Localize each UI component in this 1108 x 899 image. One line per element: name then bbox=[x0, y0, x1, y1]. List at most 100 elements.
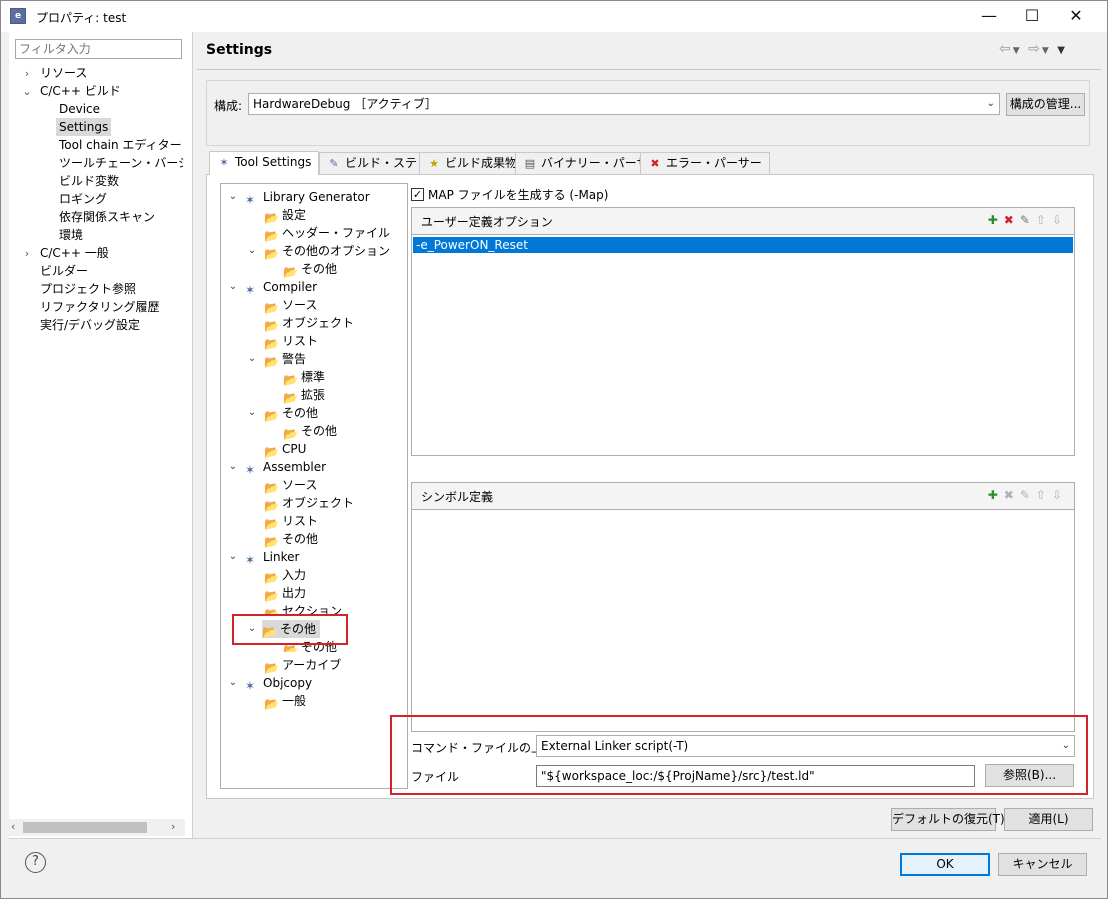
horizontal-scrollbar[interactable]: ‹ › bbox=[9, 819, 185, 836]
move-up-icon[interactable]: ⇧ bbox=[1036, 213, 1052, 227]
nav-item-build-vars[interactable]: ビルド変数 bbox=[59, 172, 119, 190]
maximize-icon[interactable]: ☐ bbox=[1009, 1, 1055, 32]
tree-item[interactable]: 📂 標準 bbox=[283, 368, 325, 387]
delete-icon[interactable]: ✖ bbox=[1004, 488, 1020, 502]
edit-icon[interactable]: ✎ bbox=[1020, 213, 1036, 227]
nav-item-project-refs[interactable]: プロジェクト参照 bbox=[40, 280, 136, 298]
tab-label: エラー・パーサー bbox=[666, 156, 762, 170]
tree-item[interactable]: 📂 その他のオプション bbox=[264, 242, 390, 261]
tree-item[interactable]: 📂 アーカイブ bbox=[264, 656, 341, 675]
history-nav[interactable]: ⇦▼ ⇨▼ ▼ bbox=[999, 41, 1067, 57]
delete-icon[interactable]: ✖ bbox=[1004, 213, 1020, 227]
manage-config-button[interactable]: 構成の管理... bbox=[1006, 93, 1085, 116]
tree-item[interactable]: 📂 リスト bbox=[264, 332, 318, 351]
tree-item[interactable]: 📂 警告 bbox=[264, 350, 306, 369]
folder-icon: 📂 bbox=[264, 355, 279, 369]
config-select[interactable]: HardwareDebug ［アクティブ］ ⌄ bbox=[248, 93, 1000, 115]
tree-item-compiler[interactable]: ✶ Compiler bbox=[245, 278, 317, 297]
chevron-down-icon[interactable]: ⌄ bbox=[227, 551, 239, 562]
tab-build-artifact[interactable]: ★ ビルド成果物 bbox=[419, 152, 526, 174]
panel-toolbar: ✚✖✎⇧⇩ bbox=[988, 213, 1068, 227]
folder-icon: 📂 bbox=[264, 535, 279, 549]
scroll-left-icon[interactable]: ‹ bbox=[11, 820, 15, 833]
nav-item-build[interactable]: C/C++ ビルド bbox=[40, 82, 121, 100]
tree-item-assembler[interactable]: ✶ Assembler bbox=[245, 458, 326, 477]
nav-item-dependency-scan[interactable]: 依存関係スキャン bbox=[59, 208, 155, 226]
chevron-down-icon[interactable]: ⌄ bbox=[227, 281, 239, 292]
close-icon[interactable]: ✕ bbox=[1053, 1, 1099, 32]
forward-icon[interactable]: ⇨ bbox=[1028, 41, 1042, 57]
tool-icon: ✶ bbox=[245, 463, 256, 477]
forward-menu-icon[interactable]: ▼ bbox=[1042, 46, 1051, 56]
help-icon[interactable]: ? bbox=[25, 852, 46, 873]
folder-icon: 📂 bbox=[283, 427, 298, 441]
nav-item-device[interactable]: Device bbox=[59, 100, 100, 118]
tree-item-library-generator[interactable]: ✶ Library Generator bbox=[245, 188, 370, 207]
filter-input[interactable] bbox=[15, 39, 182, 59]
nav-item-toolchain-editor[interactable]: Tool chain エディター bbox=[59, 136, 182, 154]
nav-item-settings[interactable]: Settings bbox=[56, 118, 112, 136]
tree-item[interactable]: 📂 設定 bbox=[264, 206, 306, 225]
cancel-button[interactable]: キャンセル bbox=[998, 853, 1087, 876]
tab-error-parser[interactable]: ✖ エラー・パーサー bbox=[640, 152, 770, 174]
back-icon[interactable]: ⇦ bbox=[999, 41, 1013, 57]
tree-item[interactable]: 📂 入力 bbox=[264, 566, 306, 585]
tree-item[interactable]: 📂 ヘッダー・ファイル bbox=[264, 224, 390, 243]
restore-defaults-button[interactable]: デフォルトの復元(T) bbox=[891, 808, 1005, 831]
list-item[interactable]: -e_PowerON_Reset bbox=[413, 237, 1073, 253]
tree-item[interactable]: 📂 一般 bbox=[264, 692, 306, 711]
tree-item[interactable]: 📂 ソース bbox=[264, 476, 317, 495]
back-menu-icon[interactable]: ▼ bbox=[1013, 46, 1022, 56]
folder-icon: 📂 bbox=[264, 445, 279, 459]
add-icon[interactable]: ✚ bbox=[988, 488, 1004, 502]
chevron-down-icon[interactable]: ⌄ bbox=[227, 677, 239, 688]
nav-item-toolchain-version[interactable]: ツールチェーン・バージョンの bbox=[59, 154, 183, 172]
view-menu-icon[interactable]: ▼ bbox=[1057, 45, 1067, 56]
tree-item[interactable]: 📂 出力 bbox=[264, 584, 306, 603]
folder-icon: 📂 bbox=[264, 499, 279, 513]
nav-item-logging[interactable]: ロギング bbox=[59, 190, 107, 208]
chevron-down-icon[interactable]: ⌄ bbox=[21, 85, 33, 98]
move-down-icon[interactable]: ⇩ bbox=[1052, 488, 1068, 502]
move-down-icon[interactable]: ⇩ bbox=[1052, 213, 1068, 227]
scroll-right-icon[interactable]: › bbox=[171, 820, 175, 833]
tab-tool-settings[interactable]: ✶ Tool Settings bbox=[209, 151, 320, 175]
tree-item-linker[interactable]: ✶ Linker bbox=[245, 548, 299, 567]
tree-item[interactable]: 📂 ソース bbox=[264, 296, 317, 315]
binary-icon: ▤ bbox=[524, 157, 536, 170]
chevron-right-icon[interactable]: › bbox=[21, 247, 33, 260]
chevron-down-icon[interactable]: ⌄ bbox=[246, 407, 258, 418]
chevron-right-icon[interactable]: › bbox=[21, 67, 33, 80]
minimize-icon[interactable]: — bbox=[966, 1, 1012, 32]
nav-item-refactoring-history[interactable]: リファクタリング履歴 bbox=[40, 298, 160, 316]
nav-item-environment[interactable]: 環境 bbox=[59, 226, 83, 244]
scrollbar-thumb[interactable] bbox=[23, 822, 147, 833]
properties-dialog: e プロパティ: test — ☐ ✕ › リソース ⌄ C/C++ ビルド D… bbox=[0, 0, 1108, 899]
apply-button[interactable]: 適用(L) bbox=[1004, 808, 1093, 831]
tree-item[interactable]: 📂 その他 bbox=[264, 530, 318, 549]
nav-item-run-debug[interactable]: 実行/デバッグ設定 bbox=[40, 316, 140, 334]
map-checkbox[interactable]: ✓ bbox=[411, 188, 424, 201]
move-up-icon[interactable]: ⇧ bbox=[1036, 488, 1052, 502]
chevron-down-icon[interactable]: ⌄ bbox=[246, 353, 258, 364]
edit-icon[interactable]: ✎ bbox=[1020, 488, 1036, 502]
tree-item[interactable]: 📂 拡張 bbox=[283, 386, 325, 405]
tree-item[interactable]: 📂 オブジェクト bbox=[264, 314, 354, 333]
tree-item[interactable]: 📂 その他 bbox=[264, 404, 318, 423]
nav-item-cpp-general[interactable]: C/C++ 一般 bbox=[40, 244, 109, 262]
chevron-down-icon[interactable]: ⌄ bbox=[227, 461, 239, 472]
tree-item[interactable]: 📂 オブジェクト bbox=[264, 494, 354, 513]
add-icon[interactable]: ✚ bbox=[988, 213, 1004, 227]
tree-item[interactable]: 📂 その他 bbox=[283, 422, 337, 441]
error-icon: ✖ bbox=[650, 157, 660, 170]
nav-item-resource[interactable]: リソース bbox=[40, 64, 87, 82]
ok-button[interactable]: OK bbox=[900, 853, 990, 876]
tree-item[interactable]: 📂 CPU bbox=[264, 440, 306, 459]
nav-item-builder[interactable]: ビルダー bbox=[40, 262, 88, 280]
chevron-down-icon[interactable]: ⌄ bbox=[227, 191, 239, 202]
folder-icon: 📂 bbox=[264, 517, 279, 531]
tree-item[interactable]: 📂 リスト bbox=[264, 512, 318, 531]
tree-item-objcopy[interactable]: ✶ Objcopy bbox=[245, 674, 312, 693]
tree-item[interactable]: 📂 その他 bbox=[283, 260, 337, 279]
chevron-down-icon[interactable]: ⌄ bbox=[246, 245, 258, 256]
